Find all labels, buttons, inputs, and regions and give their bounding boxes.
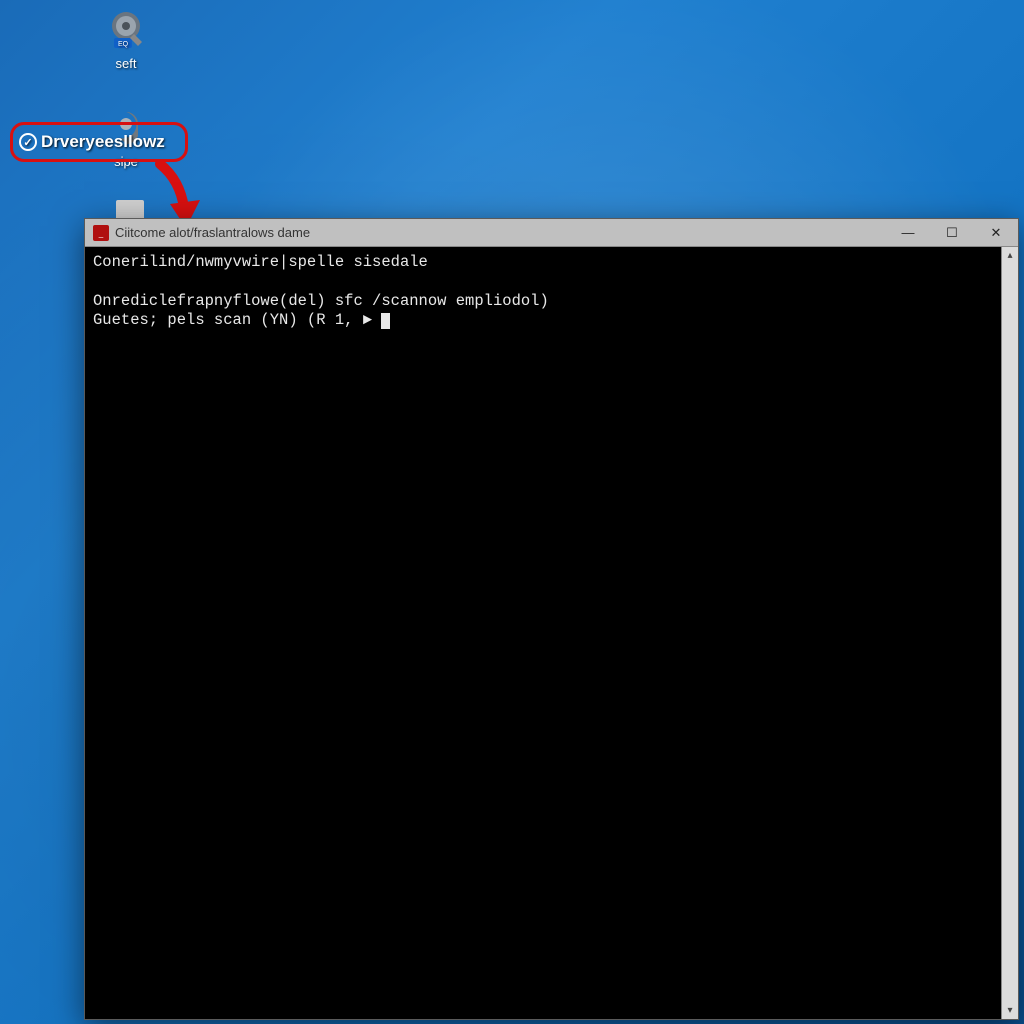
scroll-down-button[interactable]: ▾ [1002, 1002, 1018, 1019]
vertical-scrollbar[interactable]: ▴ ▾ [1001, 247, 1018, 1019]
close-button[interactable]: ✕ [974, 219, 1018, 247]
annotation-marker-icon: ✓ [19, 133, 37, 151]
annotation-label: Drveryeesllowz [41, 132, 165, 152]
terminal-output[interactable]: Conerilind/nwmyvwire|spelle sisedale Onr… [85, 247, 1001, 1019]
minimize-button[interactable]: — [886, 219, 930, 247]
command-prompt-window: _ Ciitcome alot/fraslantralows dame — ☐ … [84, 218, 1019, 1020]
text-cursor [381, 313, 390, 329]
svg-text:EQ: EQ [118, 41, 129, 48]
maximize-button[interactable]: ☐ [930, 219, 974, 247]
cmd-icon: _ [93, 225, 109, 241]
desktop-icon-label: seft [88, 56, 164, 71]
window-titlebar[interactable]: _ Ciitcome alot/fraslantralows dame — ☐ … [85, 219, 1018, 247]
scroll-up-button[interactable]: ▴ [1002, 247, 1018, 264]
annotation-highlight-box: ✓ Drveryeesllowz [10, 122, 188, 162]
svg-text:_: _ [98, 229, 104, 238]
desktop-icon-seft[interactable]: EQ seft [88, 8, 164, 71]
file-icon [116, 200, 144, 220]
window-title: Ciitcome alot/fraslantralows dame [115, 225, 886, 240]
app-icon: EQ [104, 8, 148, 52]
